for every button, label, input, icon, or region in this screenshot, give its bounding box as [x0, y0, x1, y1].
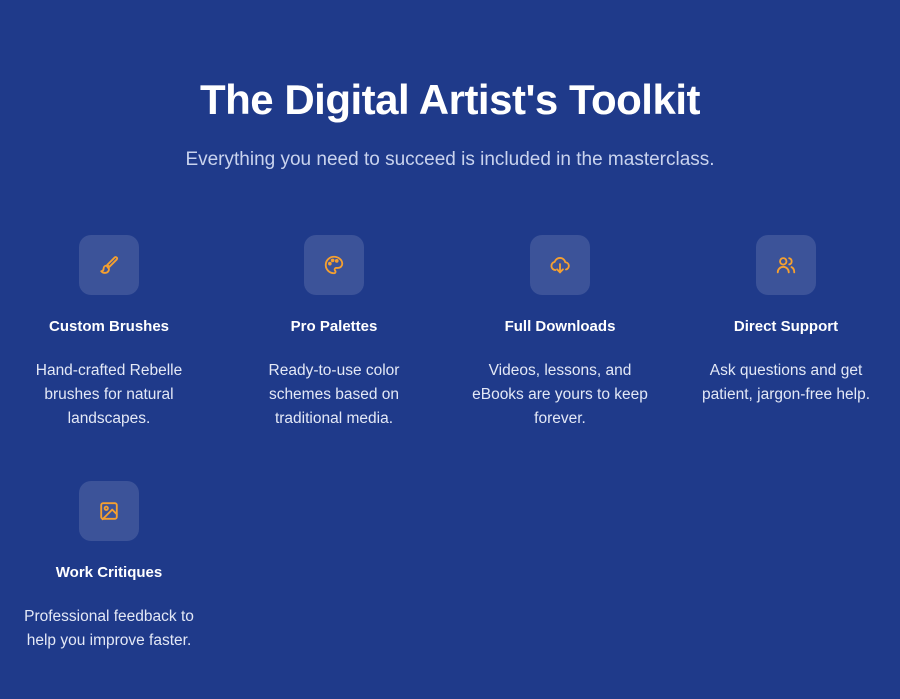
feature-title: Full Downloads	[504, 318, 616, 335]
paintbrush-icon	[100, 256, 119, 274]
feature-title: Direct Support	[733, 318, 839, 335]
feature-description: Professional feedback to help you improv…	[24, 608, 194, 649]
feature-icon-tile	[756, 235, 816, 295]
toolkit-section: The Digital Artist's Toolkit Everything …	[0, 0, 900, 699]
feature-card-direct-support: Direct Support Ask questions and get pat…	[691, 235, 881, 407]
feature-icon-tile	[530, 235, 590, 295]
palette-icon	[324, 255, 344, 275]
feature-description: Ask questions and get patient, jargon-fr…	[701, 362, 871, 403]
feature-card-work-critiques: Work Critiques Professional feedback to …	[14, 481, 204, 653]
feature-title: Custom Brushes	[48, 318, 170, 335]
feature-title: Pro Palettes	[290, 318, 378, 335]
feature-description: Videos, lessons, and eBooks are yours to…	[472, 362, 648, 427]
feature-icon-tile	[79, 481, 139, 541]
feature-card-pro-palettes: Pro Palettes Ready-to-use color schemes …	[239, 235, 429, 431]
feature-title: Work Critiques	[55, 564, 163, 581]
feature-description: Ready-to-use color schemes based on trad…	[268, 362, 400, 427]
users-icon	[776, 257, 796, 274]
feature-card-full-downloads: Full Downloads Videos, lessons, and eBoo…	[465, 235, 655, 431]
feature-card-custom-brushes: Custom Brushes Hand-crafted Rebelle brus…	[14, 235, 204, 431]
page-subtitle: Everything you need to succeed is includ…	[185, 149, 715, 170]
page-title: The Digital Artist's Toolkit	[199, 76, 701, 123]
feature-icon-tile	[304, 235, 364, 295]
image-icon	[100, 502, 118, 521]
feature-icon-tile	[79, 235, 139, 295]
feature-description: Hand-crafted Rebelle brushes for natural…	[35, 362, 183, 427]
cloud-download-icon	[550, 257, 570, 274]
